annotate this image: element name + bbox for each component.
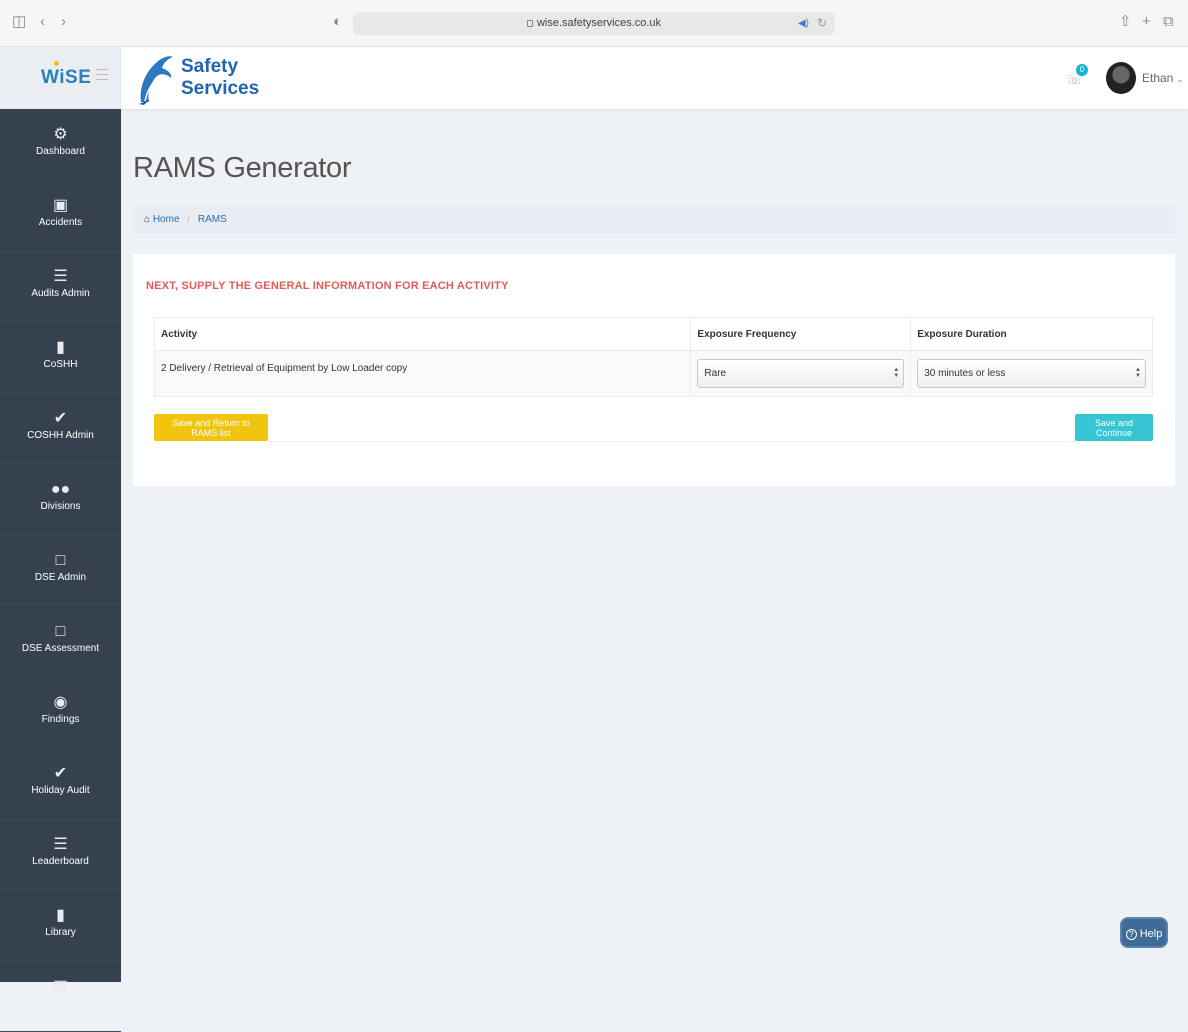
medkit-icon: ▣ [52, 197, 69, 214]
eye-icon: ◉ [53, 694, 68, 711]
forward-icon[interactable]: › [61, 12, 66, 32]
list-icon: ☰ [53, 836, 68, 853]
lock-icon [526, 20, 533, 27]
home-icon: ⌂ [144, 214, 151, 225]
sidebar-item-partial[interactable]: ▦ [0, 961, 121, 1032]
table-row: 2 Delivery / Retrieval of Equipment by L… [153, 350, 1153, 397]
monitor-icon: □ [55, 623, 66, 640]
select-arrows-icon: ▲ ▼ [1135, 367, 1141, 379]
question-icon: ? [1125, 929, 1137, 940]
company-logo[interactable]: Safety Services [135, 52, 259, 106]
frequency-cell: Rare ▲ ▼ [690, 350, 912, 397]
select-arrows-icon: ▲ ▼ [893, 367, 900, 379]
sidebar-item-dse-assessment[interactable]: □ DSE Assessment [0, 606, 121, 677]
chevron-down-icon: ⌄ [1176, 74, 1184, 84]
sidebar-item-dashboard[interactable]: ⚙ Dashboard [0, 109, 121, 180]
privacy-shield-icon[interactable]: ◐ [333, 12, 342, 32]
duration-cell: 30 minutes or less ▲ ▼ [910, 350, 1153, 397]
activity-name: 2 Delivery / Retrieval of Equipment by L… [153, 350, 692, 397]
user-name: Ethan [1142, 71, 1174, 85]
notification-badge: 0 [1076, 64, 1088, 76]
column-header-activity: Activity [153, 317, 692, 351]
reload-icon[interactable]: ↻ [817, 12, 827, 35]
sidebar-item-leaderboard[interactable]: ☰ Leaderboard [0, 819, 121, 890]
sidebar-toggle-icon[interactable]: ◫ [12, 12, 26, 32]
help-button[interactable]: ? Help [1120, 917, 1168, 948]
back-icon[interactable]: ‹ [40, 12, 45, 32]
column-header-frequency: Exposure Frequency [690, 317, 912, 351]
sidebar-item-accidents[interactable]: ▣ Accidents [0, 180, 121, 251]
users-icon: ●● [50, 481, 71, 498]
breadcrumb-separator: / [187, 214, 191, 225]
user-menu[interactable]: Ethan ⌄ [1142, 71, 1184, 85]
page-title: RAMS Generator [133, 152, 352, 184]
sidebar-item-coshh-admin[interactable]: ✔ COSHH Admin [0, 393, 121, 464]
avatar[interactable] [1106, 62, 1136, 94]
form-divider [268, 441, 1075, 442]
sidebar-item-divisions[interactable]: ●● Divisions [0, 464, 121, 535]
sidebar-item-coshh[interactable]: ▮ CoSHH [0, 322, 121, 393]
dashboard-icon: ⚙ [53, 126, 68, 143]
logo-dot-icon [54, 61, 59, 66]
book-icon: ▮ [56, 339, 65, 356]
dolphin-icon [139, 56, 173, 105]
sidebar-item-library[interactable]: ▮ Library [0, 890, 121, 961]
calculator-icon: ▦ [52, 978, 69, 995]
exposure-frequency-select[interactable]: Rare ▲ ▼ [697, 359, 905, 388]
breadcrumb-rams-link[interactable]: RAMS [198, 214, 227, 225]
url-text: wise.safetyservices.co.uk [536, 17, 662, 29]
menu-toggle-icon[interactable] [96, 69, 108, 84]
share-icon[interactable]: ⇧ [1119, 12, 1132, 32]
book-icon: ▮ [56, 907, 65, 924]
tabs-overview-icon[interactable]: ⧉ [1163, 12, 1174, 32]
table-header-row: Activity Exposure Frequency Exposure Dur… [153, 317, 1153, 351]
sidebar-item-holiday-audit[interactable]: ✔ Holiday Audit [0, 748, 121, 819]
save-and-return-button[interactable]: Save and Return to RAMS list [154, 414, 268, 441]
address-bar[interactable]: wise.safetyservices.co.uk ◀) ↻ [353, 12, 835, 35]
sidebar-item-dse-admin[interactable]: □ DSE Admin [0, 535, 121, 606]
top-header: Safety Services ☏ 0 Ethan ⌄ [121, 47, 1188, 109]
speaker-icon[interactable]: ◀) [798, 12, 809, 35]
sidebar-item-audits-admin[interactable]: ☰ Audits Admin [0, 251, 121, 322]
column-header-duration: Exposure Duration [910, 317, 1153, 351]
check-icon: ✔ [53, 765, 68, 782]
activity-info-card: NEXT, SUPPLY THE GENERAL INFORMATION FOR… [133, 254, 1175, 486]
sidebar-item-findings[interactable]: ◉ Findings [0, 677, 121, 748]
company-name-line2: Services [181, 78, 260, 99]
sidebar: ⚙ Dashboard ▣ Accidents ☰ Audits Admin ▮ CoS… [0, 109, 121, 1032]
wise-logo[interactable]: WiSE [41, 61, 91, 89]
save-and-continue-button[interactable]: Save and Continue [1075, 414, 1153, 441]
exposure-duration-select[interactable]: 30 minutes or less ▲ ▼ [917, 359, 1146, 388]
app-brand: WiSE [0, 47, 121, 109]
check-icon: ✔ [53, 410, 68, 427]
breadcrumb-home-link[interactable]: Home [153, 214, 180, 225]
monitor-icon: □ [55, 552, 66, 569]
new-tab-icon[interactable]: + [1142, 12, 1151, 32]
browser-toolbar: ◫ ‹ › ◐ wise.safetyservices.co.uk ◀) ↻ ⇧… [0, 0, 1188, 47]
list-icon: ☰ [53, 268, 68, 285]
breadcrumb: ⌂ Home / RAMS [133, 205, 1175, 234]
card-title: NEXT, SUPPLY THE GENERAL INFORMATION FOR… [146, 280, 509, 292]
activity-table: Activity Exposure Frequency Exposure Dur… [153, 317, 1153, 397]
company-name-line1: Safety [181, 56, 239, 77]
